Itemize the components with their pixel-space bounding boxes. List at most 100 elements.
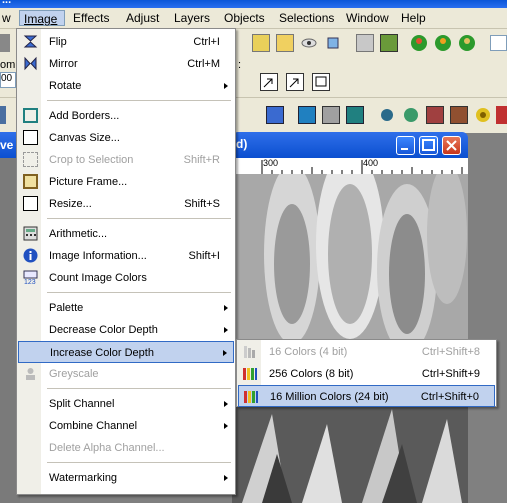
person-red-icon[interactable] [410, 34, 428, 52]
palette-icon[interactable] [378, 106, 396, 124]
menu-item-mirror[interactable]: Mirror Ctrl+M [18, 53, 234, 75]
canvas-size-icon [23, 130, 38, 145]
menu-image[interactable]: Image [19, 10, 65, 26]
submenu-arrow-icon [224, 305, 228, 311]
zoom-input[interactable]: 00 [0, 72, 16, 88]
effect-icon-partial[interactable] [496, 106, 507, 124]
svg-text:123: 123 [24, 279, 36, 285]
app-title: ... [2, 0, 12, 6]
submenu-arrow-icon [224, 327, 228, 333]
magic-wand-icon[interactable] [276, 34, 294, 52]
ruler-label-400: 400 [363, 158, 379, 168]
mirror-icon [23, 56, 38, 71]
info-icon [23, 248, 38, 263]
menu-item-canvas-size[interactable]: Canvas Size... [18, 127, 234, 149]
menu-item-resize[interactable]: Resize... Shift+S [18, 193, 234, 215]
menu-item-increase-color-depth[interactable]: Increase Color Depth [18, 341, 234, 363]
menu-item-rotate[interactable]: Rotate [18, 75, 234, 97]
menu-item-arithmetic[interactable]: Arithmetic... [18, 223, 234, 245]
paint-icon[interactable] [450, 106, 468, 124]
layer-tool-icon[interactable] [266, 106, 284, 124]
minimize-button[interactable] [396, 136, 415, 155]
menu-item-watermarking[interactable]: Watermarking [18, 467, 234, 489]
colors-16-icon [242, 344, 258, 360]
menu-item-add-borders[interactable]: Add Borders... [18, 105, 234, 127]
mask-icon[interactable] [298, 106, 316, 124]
picture-frame-icon [23, 174, 38, 189]
menu-window[interactable]: Window [342, 10, 393, 26]
target-icon[interactable] [474, 106, 492, 124]
globe-icon[interactable] [402, 106, 420, 124]
submenu-arrow-icon [223, 350, 227, 356]
menu-separator [47, 462, 231, 463]
resize-in-icon[interactable] [260, 73, 278, 91]
menu-item-decrease-color-depth[interactable]: Decrease Color Depth [18, 319, 234, 341]
tool-icon-partial[interactable] [0, 106, 6, 124]
resize-icon [23, 196, 38, 211]
greyscale-icon [23, 366, 38, 381]
menu-item-picture-frame[interactable]: Picture Frame... [18, 171, 234, 193]
selection-tool-icon[interactable] [252, 34, 270, 52]
menu-item-palette[interactable]: Palette [18, 297, 234, 319]
flip-icon [23, 34, 38, 49]
menu-selections[interactable]: Selections [275, 10, 338, 26]
resize-out-icon[interactable] [286, 73, 304, 91]
menu-item-split-channel[interactable]: Split Channel [18, 393, 234, 415]
calculator-icon [23, 226, 38, 241]
menu-item-combine-channel[interactable]: Combine Channel [18, 415, 234, 437]
menu-effects[interactable]: Effects [69, 10, 113, 26]
tool-icon[interactable] [0, 34, 10, 52]
options-colon: : [238, 59, 242, 71]
menu-item-delete-alpha-channel[interactable]: Delete Alpha Channel... [18, 437, 234, 459]
menu-help[interactable]: Help [397, 10, 430, 26]
fit-window-icon[interactable] [312, 73, 330, 91]
crop-icon [23, 152, 38, 167]
menu-layers[interactable]: Layers [170, 10, 214, 26]
copy-icon[interactable] [322, 106, 340, 124]
image-window-title: d) [236, 137, 248, 151]
menu-item-greyscale[interactable]: Greyscale [18, 363, 234, 385]
maximize-button[interactable] [419, 136, 438, 155]
menu-separator [47, 292, 231, 293]
image-window-title-bar[interactable]: d) [232, 132, 468, 158]
person-green-icon[interactable] [458, 34, 476, 52]
dropdown-field[interactable] [490, 35, 507, 51]
menu-objects[interactable]: Objects [220, 10, 269, 26]
horizontal-ruler: 300 400 [232, 158, 468, 175]
borders-icon [23, 108, 38, 123]
image-icon[interactable] [356, 34, 374, 52]
image-window: d) 300 400 [232, 132, 468, 503]
zoom-label: om [0, 59, 16, 71]
submenu-arrow-icon [224, 83, 228, 89]
frame-icon[interactable] [426, 106, 444, 124]
increase-color-depth-submenu: 16 Colors (4 bit) Ctrl+Shift+8 256 Color… [236, 339, 497, 407]
menu-separator [47, 100, 231, 101]
menu-separator [47, 218, 231, 219]
menu-item-count-image-colors[interactable]: 123 Count Image Colors [18, 267, 234, 289]
submenu-arrow-icon [224, 401, 228, 407]
ruler-label-300: 300 [263, 158, 279, 168]
menu-window-partial[interactable]: w [0, 10, 15, 26]
app-title-bar: ... [0, 0, 507, 8]
menu-item-flip[interactable]: Flip Ctrl+I [18, 31, 234, 53]
eye-icon[interactable] [300, 34, 318, 52]
menu-item-16-million-colors[interactable]: 16 Million Colors (24 bit) Ctrl+Shift+0 [238, 385, 495, 407]
submenu-arrow-icon [224, 423, 228, 429]
menu-item-256-colors[interactable]: 256 Colors (8 bit) Ctrl+Shift+9 [238, 363, 495, 385]
menu-item-image-information[interactable]: Image Information... Shift+I [18, 245, 234, 267]
cube-icon[interactable] [324, 34, 342, 52]
image-menu-dropdown: Flip Ctrl+I Mirror Ctrl+M Rotate Add Bor… [16, 28, 236, 495]
picture-icon[interactable] [380, 34, 398, 52]
close-button[interactable] [442, 136, 461, 155]
menu-item-crop-to-selection[interactable]: Crop to Selection Shift+R [18, 149, 234, 171]
menu-adjust[interactable]: Adjust [122, 10, 163, 26]
menu-bar: w Image Effects Adjust Layers Objects Se… [0, 8, 507, 29]
menu-item-16-colors[interactable]: 16 Colors (4 bit) Ctrl+Shift+8 [238, 341, 495, 363]
count-colors-icon: 123 [23, 270, 38, 286]
blend-icon[interactable] [346, 106, 364, 124]
submenu-arrow-icon [224, 475, 228, 481]
colors-24bit-icon [243, 389, 259, 405]
person-orange-icon[interactable] [434, 34, 452, 52]
colors-256-icon [242, 366, 258, 382]
menu-separator [47, 388, 231, 389]
